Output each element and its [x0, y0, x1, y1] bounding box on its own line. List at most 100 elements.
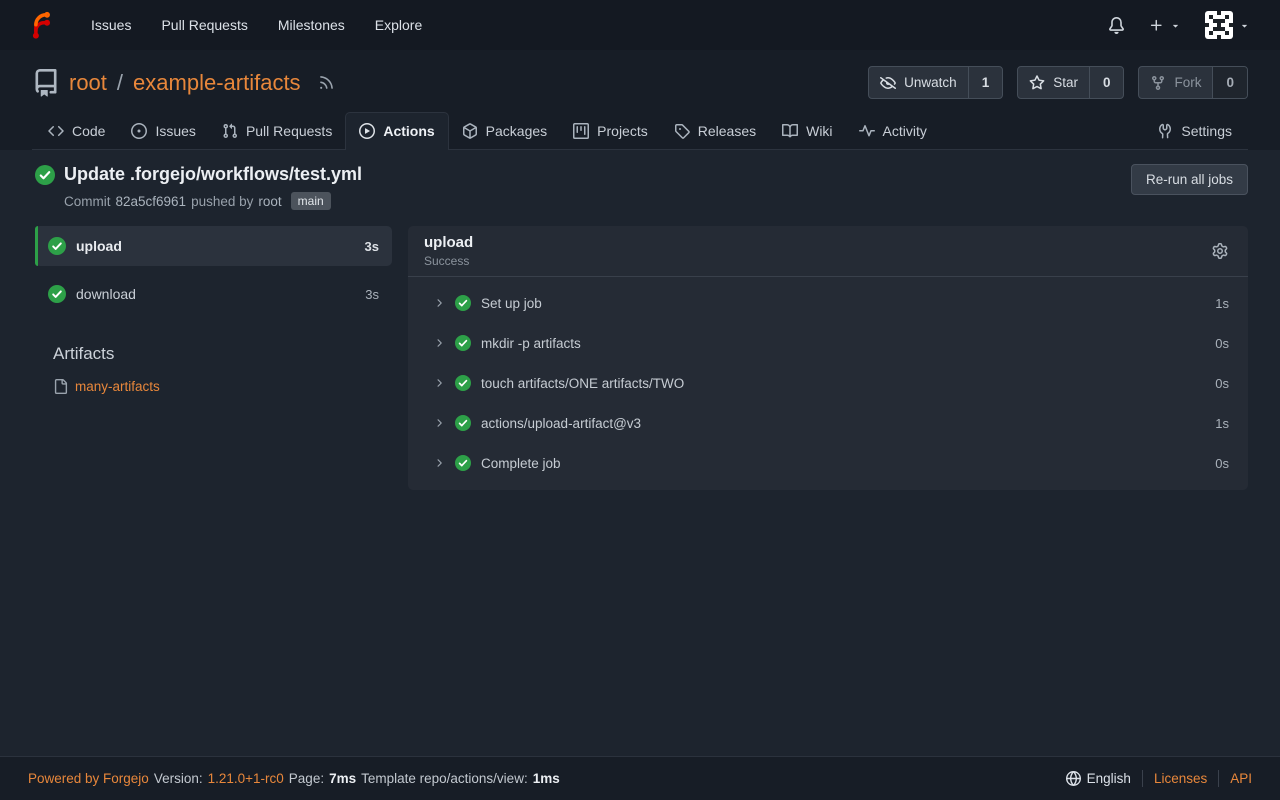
- avatar: [1205, 11, 1233, 39]
- step-row-mkdir[interactable]: mkdir -p artifacts 0s: [408, 323, 1248, 363]
- api-link[interactable]: API: [1230, 771, 1252, 786]
- tab-label: Pull Requests: [246, 123, 332, 139]
- licenses-link[interactable]: Licenses: [1154, 771, 1207, 786]
- star-button[interactable]: Star: [1018, 67, 1089, 98]
- rss-icon[interactable]: [318, 74, 335, 91]
- book-icon: [782, 123, 798, 139]
- star-label: Star: [1053, 75, 1078, 90]
- job-status-success-icon: [48, 237, 66, 255]
- step-row-upload-artifact[interactable]: actions/upload-artifact@v3 1s: [408, 403, 1248, 443]
- run-title: Update .forgejo/workflows/test.yml: [64, 164, 362, 185]
- footer-divider: [1218, 770, 1219, 787]
- watchers-count[interactable]: 1: [968, 67, 1003, 98]
- nav-link-explore[interactable]: Explore: [360, 0, 437, 50]
- repo-name-link[interactable]: example-artifacts: [133, 70, 301, 96]
- notifications-button[interactable]: [1096, 0, 1137, 50]
- tab-label: Packages: [486, 123, 547, 139]
- step-name: touch artifacts/ONE artifacts/TWO: [481, 376, 684, 391]
- step-status-success-icon: [455, 415, 471, 431]
- pushed-by-label: pushed by: [191, 194, 253, 209]
- nav-link-pull-requests[interactable]: Pull Requests: [146, 0, 262, 50]
- forks-count[interactable]: 0: [1212, 67, 1247, 98]
- tab-actions[interactable]: Actions: [345, 112, 448, 150]
- job-detail-status: Success: [424, 254, 473, 268]
- job-name: upload: [76, 238, 122, 254]
- tab-settings[interactable]: Settings: [1144, 113, 1245, 149]
- powered-by-link[interactable]: Powered by Forgejo: [28, 771, 149, 786]
- repo-icon: [32, 69, 60, 97]
- step-row-complete-job[interactable]: Complete job 0s: [408, 443, 1248, 483]
- code-icon: [48, 123, 64, 139]
- chevron-right-icon: [433, 337, 445, 349]
- tab-label: Settings: [1181, 123, 1232, 139]
- unwatch-button[interactable]: Unwatch: [869, 67, 968, 98]
- chevron-right-icon: [433, 297, 445, 309]
- fork-button[interactable]: Fork: [1139, 67, 1212, 98]
- actions-run-view: Update .forgejo/workflows/test.yml Commi…: [0, 150, 1280, 756]
- version-value: 1.21.0+1-rc0: [208, 771, 284, 786]
- step-status-success-icon: [455, 295, 471, 311]
- language-selector[interactable]: English: [1066, 771, 1131, 786]
- tab-label: Issues: [155, 123, 195, 139]
- tab-label: Releases: [698, 123, 756, 139]
- chevron-right-icon: [433, 377, 445, 389]
- job-duration: 3s: [365, 239, 379, 254]
- stars-count[interactable]: 0: [1089, 67, 1124, 98]
- job-item-download[interactable]: download 3s: [35, 274, 392, 314]
- step-duration: 1s: [1215, 416, 1229, 431]
- repo-header: root / example-artifacts Unwatch 1: [0, 50, 1280, 150]
- job-name: download: [76, 286, 136, 302]
- tab-releases[interactable]: Releases: [661, 113, 769, 149]
- step-duration: 1s: [1215, 296, 1229, 311]
- package-icon: [462, 123, 478, 139]
- bell-icon: [1108, 17, 1125, 34]
- nav-link-issues[interactable]: Issues: [76, 0, 146, 50]
- job-list-sidebar: upload 3s download 3s Artifacts many-art…: [35, 226, 392, 490]
- footer-divider: [1142, 770, 1143, 787]
- commit-hash-link[interactable]: 82a5cf6961: [116, 194, 187, 209]
- forgejo-logo[interactable]: [24, 10, 54, 40]
- committer-link[interactable]: root: [258, 194, 281, 209]
- tab-wiki[interactable]: Wiki: [769, 113, 845, 149]
- repo-owner-link[interactable]: root: [69, 70, 107, 96]
- create-new-dropdown[interactable]: [1137, 0, 1193, 50]
- step-row-touch[interactable]: touch artifacts/ONE artifacts/TWO 0s: [408, 363, 1248, 403]
- globe-icon: [1066, 771, 1081, 786]
- artifacts-heading: Artifacts: [53, 344, 392, 364]
- tab-projects[interactable]: Projects: [560, 113, 661, 149]
- artifact-link-many-artifacts[interactable]: many-artifacts: [75, 379, 160, 394]
- tab-activity[interactable]: Activity: [846, 113, 940, 149]
- artifact-item: many-artifacts: [53, 379, 392, 394]
- commit-line: Commit 82a5cf6961 pushed by root main: [64, 192, 362, 210]
- tab-label: Activity: [883, 123, 927, 139]
- step-duration: 0s: [1215, 376, 1229, 391]
- project-board-icon: [573, 123, 589, 139]
- repo-path-separator: /: [117, 70, 123, 96]
- version-label: Version:: [154, 771, 203, 786]
- commit-label: Commit: [64, 194, 111, 209]
- tab-issues[interactable]: Issues: [118, 113, 208, 149]
- job-item-upload[interactable]: upload 3s: [35, 226, 392, 266]
- nav-link-milestones[interactable]: Milestones: [263, 0, 360, 50]
- tab-packages[interactable]: Packages: [449, 113, 560, 149]
- branch-badge[interactable]: main: [291, 192, 331, 210]
- caret-down-icon: [1170, 20, 1181, 31]
- tab-pull-requests[interactable]: Pull Requests: [209, 113, 345, 149]
- job-detail-header: upload Success: [408, 226, 1248, 277]
- step-status-success-icon: [455, 455, 471, 471]
- job-options-button[interactable]: [1208, 239, 1232, 263]
- watch-button-group: Unwatch 1: [868, 66, 1003, 99]
- issue-opened-icon: [131, 123, 147, 139]
- tab-code[interactable]: Code: [35, 113, 118, 149]
- forgejo-logo-icon: [24, 10, 54, 40]
- step-name: mkdir -p artifacts: [481, 336, 581, 351]
- job-detail-name: upload: [424, 234, 473, 251]
- rerun-all-jobs-button[interactable]: Re-run all jobs: [1131, 164, 1248, 195]
- step-row-set-up-job[interactable]: Set up job 1s: [408, 283, 1248, 323]
- caret-down-icon: [1239, 20, 1250, 31]
- user-menu-dropdown[interactable]: [1193, 0, 1262, 50]
- template-time-label: Template repo/actions/view:: [361, 771, 528, 786]
- repo-tabs: Code Issues Pull Requests Actions Packag…: [32, 112, 1248, 150]
- step-name: Complete job: [481, 456, 561, 471]
- wrench-icon: [1157, 123, 1173, 139]
